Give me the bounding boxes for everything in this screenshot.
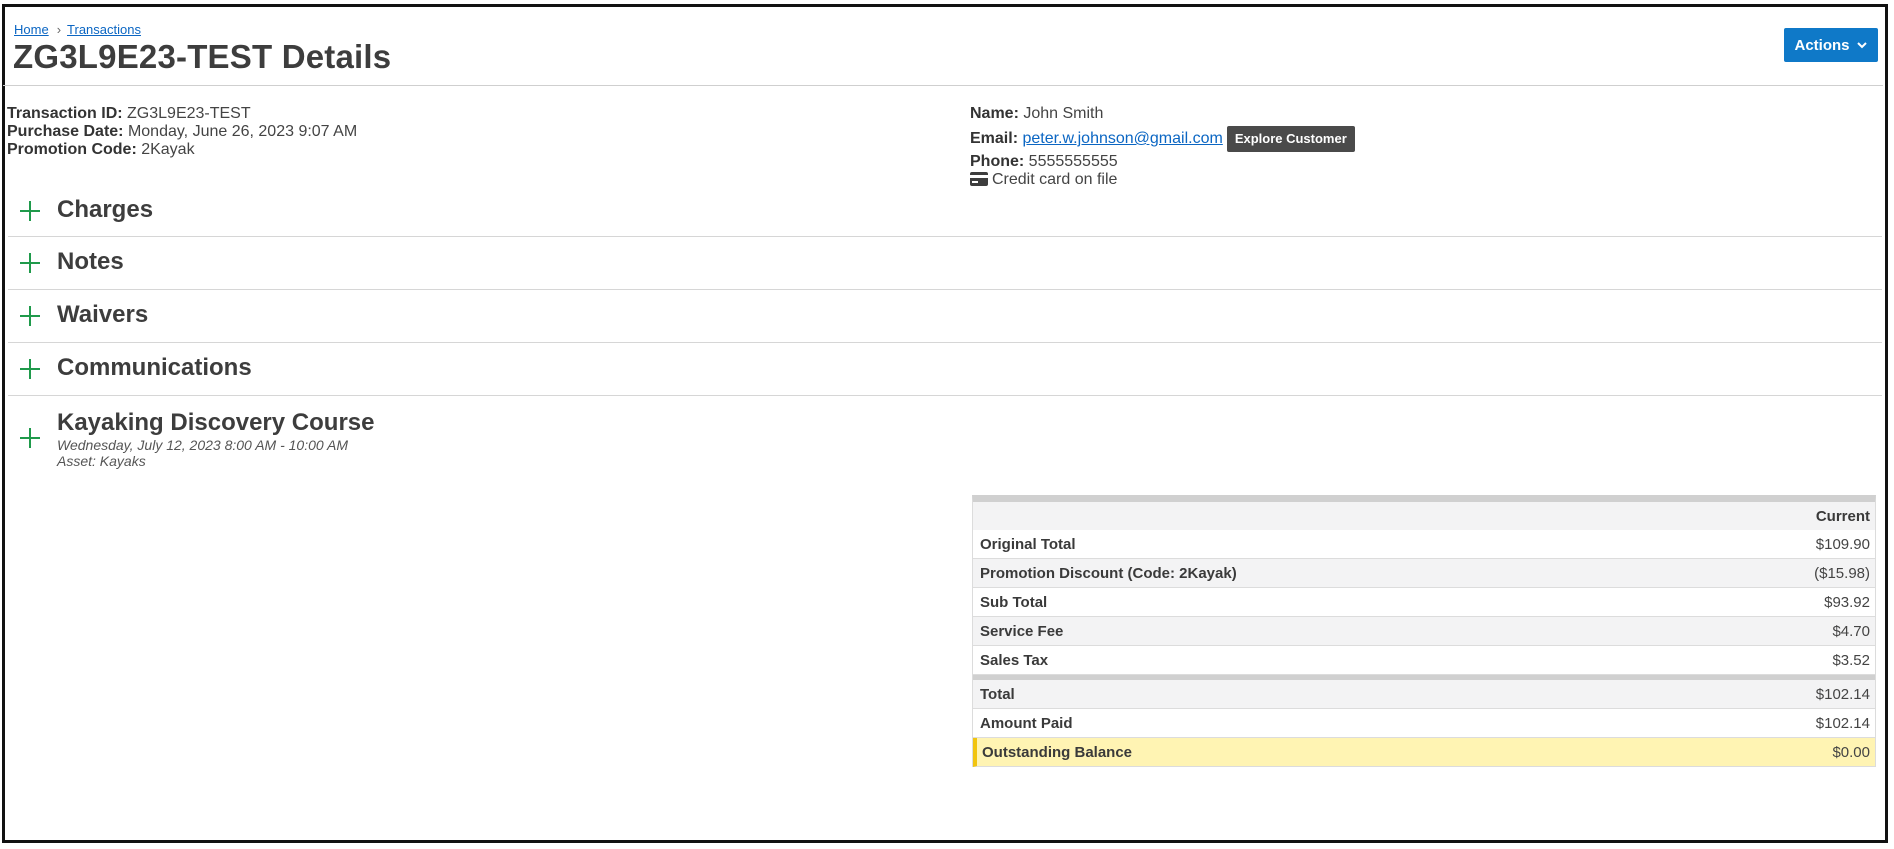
totals-row: Total $102.14 bbox=[973, 675, 1875, 709]
breadcrumb-transactions-link[interactable]: Transactions bbox=[67, 22, 141, 37]
totals-row-value: $109.90 bbox=[1815, 535, 1870, 553]
totals-row-label: Promotion Discount (Code: 2Kayak) bbox=[980, 564, 1237, 582]
section-notes[interactable]: Notes bbox=[8, 237, 1882, 290]
transaction-id-row: Transaction ID: ZG3L9E23-TEST bbox=[7, 105, 357, 123]
transaction-id-value: ZG3L9E23-TEST bbox=[122, 105, 251, 122]
customer-name-value: John Smith bbox=[1018, 105, 1104, 122]
totals-row: Promotion Discount (Code: 2Kayak) ($15.98… bbox=[973, 559, 1875, 588]
section-charges-title: Charges bbox=[57, 196, 154, 223]
customer-phone-value: 5555555555 bbox=[1024, 153, 1118, 170]
totals-row-label: Original Total bbox=[980, 535, 1076, 553]
totals-row-value: $102.14 bbox=[1815, 714, 1870, 732]
customer-email-label: Email: bbox=[970, 130, 1019, 148]
totals-row: Sales Tax $3.52 bbox=[973, 646, 1875, 675]
totals-table: Current Original Total $109.90 Promotion … bbox=[972, 495, 1876, 767]
credit-card-row: Credit card on file bbox=[970, 171, 1355, 189]
section-charges[interactable]: Charges bbox=[8, 190, 1882, 237]
credit-card-icon bbox=[970, 172, 988, 186]
course-asset: Asset: Kayaks bbox=[57, 453, 146, 469]
promotion-code-row: Promotion Code: 2Kayak bbox=[7, 141, 357, 159]
customer-email-link[interactable]: peter.w.johnson@gmail.com bbox=[1022, 130, 1222, 147]
promotion-code-label: Promotion Code: bbox=[7, 141, 137, 158]
totals-row-label: Total bbox=[980, 685, 1015, 703]
section-communications-title: Communications bbox=[57, 354, 252, 381]
customer-phone-row: Phone: 5555555555 bbox=[970, 153, 1355, 171]
customer-email-row: Email: peter.w.johnson@gmail.com Explore … bbox=[970, 126, 1355, 152]
breadcrumb: Home › Transactions bbox=[14, 22, 141, 37]
plus-icon bbox=[20, 306, 40, 326]
plus-icon bbox=[20, 428, 40, 448]
totals-row-value: ($15.98) bbox=[1814, 564, 1870, 582]
course-title: Kayaking Discovery Course bbox=[57, 409, 375, 436]
promotion-code-value: 2Kayak bbox=[136, 141, 195, 158]
actions-button[interactable]: Actions bbox=[1784, 28, 1878, 62]
section-course[interactable]: Kayaking Discovery Course Wednesday, Jul… bbox=[8, 396, 1882, 472]
page-title: ZG3L9E23-TEST Details bbox=[13, 38, 392, 75]
section-waivers[interactable]: Waivers bbox=[8, 290, 1882, 343]
customer-name-label: Name: bbox=[970, 105, 1019, 122]
totals-row-label: Service Fee bbox=[980, 622, 1064, 640]
totals-row-value: $102.14 bbox=[1815, 685, 1870, 703]
customer-name-row: Name: John Smith bbox=[970, 105, 1355, 123]
purchase-date-row: Purchase Date: Monday, June 26, 2023 9:0… bbox=[7, 123, 357, 141]
totals-header-row: Current bbox=[973, 502, 1875, 530]
actions-button-label: Actions bbox=[1794, 36, 1850, 54]
customer-phone-label: Phone: bbox=[970, 153, 1025, 170]
totals-row: Amount Paid $102.14 bbox=[973, 709, 1875, 738]
credit-card-text: Credit card on file bbox=[992, 171, 1118, 188]
header-divider bbox=[3, 85, 1883, 86]
customer-info: Name: John Smith Email: peter.w.johnson@… bbox=[970, 105, 1355, 189]
breadcrumb-separator: › bbox=[56, 22, 62, 37]
totals-row-label: Sales Tax bbox=[980, 651, 1049, 669]
chevron-down-icon bbox=[1856, 42, 1867, 49]
plus-icon bbox=[20, 359, 40, 379]
explore-customer-button[interactable]: Explore Customer bbox=[1226, 126, 1355, 152]
totals-row: Service Fee $4.70 bbox=[973, 617, 1875, 646]
totals-row-value: $93.92 bbox=[1824, 593, 1870, 611]
purchase-date-label: Purchase Date: bbox=[7, 123, 124, 140]
purchase-date-value: Monday, June 26, 2023 9:07 AM bbox=[123, 123, 358, 140]
totals-row-label: Outstanding Balance bbox=[982, 743, 1133, 761]
section-notes-title: Notes bbox=[57, 248, 124, 275]
section-waivers-title: Waivers bbox=[57, 301, 149, 328]
transaction-id-label: Transaction ID: bbox=[7, 105, 123, 122]
totals-row-label: Sub Total bbox=[980, 593, 1048, 611]
totals-row-value: $4.70 bbox=[1832, 622, 1870, 640]
course-date: Wednesday, July 12, 2023 8:00 AM - 10:00… bbox=[57, 437, 349, 453]
totals-row-value: $3.52 bbox=[1832, 651, 1870, 669]
totals-row: Sub Total $93.92 bbox=[973, 588, 1875, 617]
plus-icon bbox=[20, 201, 40, 221]
outstanding-balance-row: Outstanding Balance $0.00 bbox=[973, 738, 1875, 767]
breadcrumb-home-link[interactable]: Home bbox=[14, 22, 49, 37]
totals-row-label: Amount Paid bbox=[980, 714, 1073, 732]
plus-icon bbox=[20, 253, 40, 273]
transaction-info: Transaction ID: ZG3L9E23-TEST Purchase D… bbox=[7, 105, 357, 159]
totals-column-header: Current bbox=[1815, 507, 1870, 525]
totals-row: Original Total $109.90 bbox=[973, 530, 1875, 559]
totals-row-value: $0.00 bbox=[1832, 743, 1870, 761]
section-communications[interactable]: Communications bbox=[8, 343, 1882, 396]
